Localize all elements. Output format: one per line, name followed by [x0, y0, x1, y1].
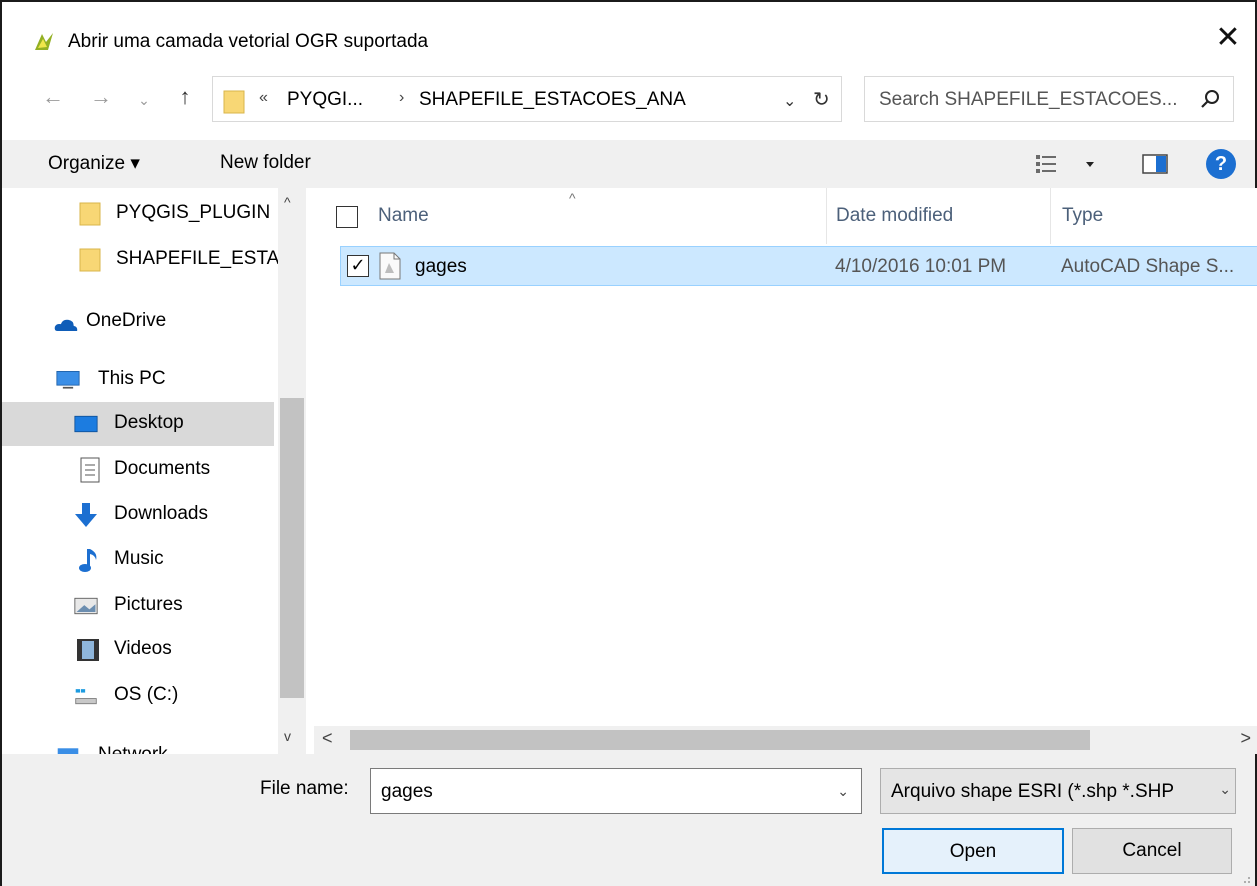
path-overflow-icon[interactable]: « [259, 89, 268, 107]
recent-locations-button[interactable]: ⌄ [134, 92, 154, 122]
file-name-combobox[interactable]: gages ⌄ [370, 768, 862, 814]
cancel-button[interactable]: Cancel [1072, 828, 1232, 874]
pictures-icon [74, 597, 98, 615]
network-icon [57, 748, 79, 754]
help-icon[interactable]: ? [1206, 149, 1236, 179]
chevron-down-icon[interactable]: ⌄ [1215, 781, 1231, 798]
qgis-icon [35, 33, 53, 50]
nav-item-music[interactable]: Music [2, 538, 274, 582]
desktop-icon [74, 415, 98, 433]
open-button[interactable]: Open [882, 828, 1064, 874]
nav-item-label: This PC [98, 368, 166, 389]
open-file-dialog: Abrir uma camada vetorial OGR suportada … [0, 0, 1257, 886]
shapefile-icon [379, 252, 401, 280]
scroll-right-icon[interactable]: > [1240, 728, 1251, 749]
file-name: gages [415, 256, 467, 277]
refresh-icon[interactable]: ↻ [813, 87, 830, 112]
sort-ascending-icon: ^ [569, 190, 576, 206]
column-divider[interactable] [826, 188, 827, 244]
file-name-label: File name: [260, 778, 349, 799]
search-box[interactable]: Search SHAPEFILE_ESTACOES... [864, 76, 1234, 122]
back-button[interactable]: ← [40, 84, 66, 114]
address-dropdown-icon[interactable]: ⌄ [783, 91, 796, 111]
nav-item-videos[interactable]: Videos [2, 628, 274, 672]
documents-icon [80, 457, 100, 483]
folder-icon [79, 248, 101, 272]
nav-item-label: Downloads [114, 503, 208, 524]
up-button[interactable]: ↑ [172, 84, 198, 114]
file-type: AutoCAD Shape S... [1061, 256, 1235, 277]
new-folder-button[interactable]: New folder [220, 152, 311, 174]
scrollbar-thumb[interactable] [280, 398, 304, 698]
preview-pane-icon[interactable] [1142, 154, 1168, 174]
breadcrumb-separator-icon[interactable]: › [399, 89, 404, 107]
scrollbar-thumb[interactable] [350, 730, 1090, 750]
command-toolbar: Organize ▾ New folder ? [2, 140, 1255, 188]
organize-button[interactable]: Organize ▾ [48, 152, 140, 175]
window-title: Abrir uma camada vetorial OGR suportada [68, 31, 429, 52]
forward-button[interactable]: → [88, 84, 114, 114]
breadcrumb-parent[interactable]: PYQGI... [287, 89, 363, 111]
nav-item-label: Music [114, 548, 164, 569]
computer-icon [56, 371, 80, 389]
nav-item-desktop[interactable]: Desktop [2, 402, 274, 446]
search-input[interactable]: Search SHAPEFILE_ESTACOES... [879, 89, 1177, 111]
nav-item-label: OneDrive [86, 310, 167, 331]
nav-item-label: Pictures [114, 594, 183, 615]
search-icon[interactable] [1199, 88, 1221, 110]
change-view-icon[interactable] [1034, 152, 1102, 176]
downloads-icon [75, 503, 97, 527]
nav-item-os-c[interactable]: OS (C:) [2, 674, 274, 718]
file-name-input[interactable]: gages [381, 781, 433, 803]
nav-item-label: Documents [114, 458, 211, 479]
address-bar[interactable]: « PYQGI... › SHAPEFILE_ESTACOES_ANA ⌄ ↻ [212, 76, 842, 122]
column-divider[interactable] [1050, 188, 1051, 244]
nav-item-pyqgis-plugin[interactable]: PYQGIS_PLUGIN [2, 192, 274, 236]
nav-item-downloads[interactable]: Downloads [2, 493, 274, 537]
nav-item-documents[interactable]: Documents [2, 448, 274, 492]
videos-icon [77, 639, 99, 661]
drive-icon [75, 689, 97, 705]
row-checkbox[interactable]: ✓ [347, 255, 369, 277]
nav-item-shapefile-esta[interactable]: SHAPEFILE_ESTA [2, 238, 279, 282]
nav-item-label: Videos [114, 638, 172, 659]
music-icon [79, 549, 97, 572]
title-bar: Abrir uma camada vetorial OGR suportada … [2, 2, 1255, 78]
file-type-filter[interactable]: Arquivo shape ESRI (*.shp *.SHP ⌄ [880, 768, 1236, 814]
chevron-down-icon[interactable]: ⌄ [837, 783, 849, 800]
navigation-pane: PYQGIS_PLUGIN SHAPEFILE_ESTA OneDrive Th… [2, 188, 310, 754]
horizontal-scrollbar[interactable]: < > [314, 726, 1257, 754]
scroll-up-icon[interactable]: ^ [284, 194, 291, 210]
folder-icon [223, 90, 245, 114]
nav-item-label: Desktop [114, 412, 184, 433]
nav-item-label: OS (C:) [114, 684, 179, 705]
close-button[interactable]: ✕ [1201, 16, 1255, 62]
nav-item-pictures[interactable]: Pictures [2, 584, 274, 628]
file-row-gages[interactable]: ✓ gages 4/10/2016 10:01 PM AutoCAD Shape… [340, 246, 1257, 286]
folder-icon [79, 202, 101, 226]
nav-item-this-pc[interactable]: This PC [2, 358, 274, 402]
scroll-down-icon[interactable]: v [284, 728, 291, 744]
select-all-checkbox[interactable] [336, 206, 358, 228]
breadcrumb-current[interactable]: SHAPEFILE_ESTACOES_ANA [419, 89, 686, 111]
resize-grip-icon[interactable] [1241, 874, 1251, 884]
onedrive-icon [54, 319, 78, 331]
nav-item-network[interactable]: Network [2, 734, 274, 754]
file-list: Name ^ Date modified Type ✓ gages 4/10/2… [314, 188, 1257, 728]
nav-item-onedrive[interactable]: OneDrive [2, 300, 274, 344]
file-type-filter-value: Arquivo shape ESRI (*.shp *.SHP [891, 781, 1175, 802]
scroll-left-icon[interactable]: < [322, 728, 333, 749]
nav-item-label: PYQGIS_PLUGIN [116, 202, 271, 223]
file-date-modified: 4/10/2016 10:01 PM [835, 256, 1007, 277]
nav-item-label: SHAPEFILE_ESTA [116, 248, 280, 269]
bottom-pane: File name: gages ⌄ Arquivo shape ESRI (*… [2, 754, 1255, 886]
navigation-scrollbar[interactable]: ^ v [278, 188, 306, 754]
nav-item-label: Network [98, 744, 168, 754]
